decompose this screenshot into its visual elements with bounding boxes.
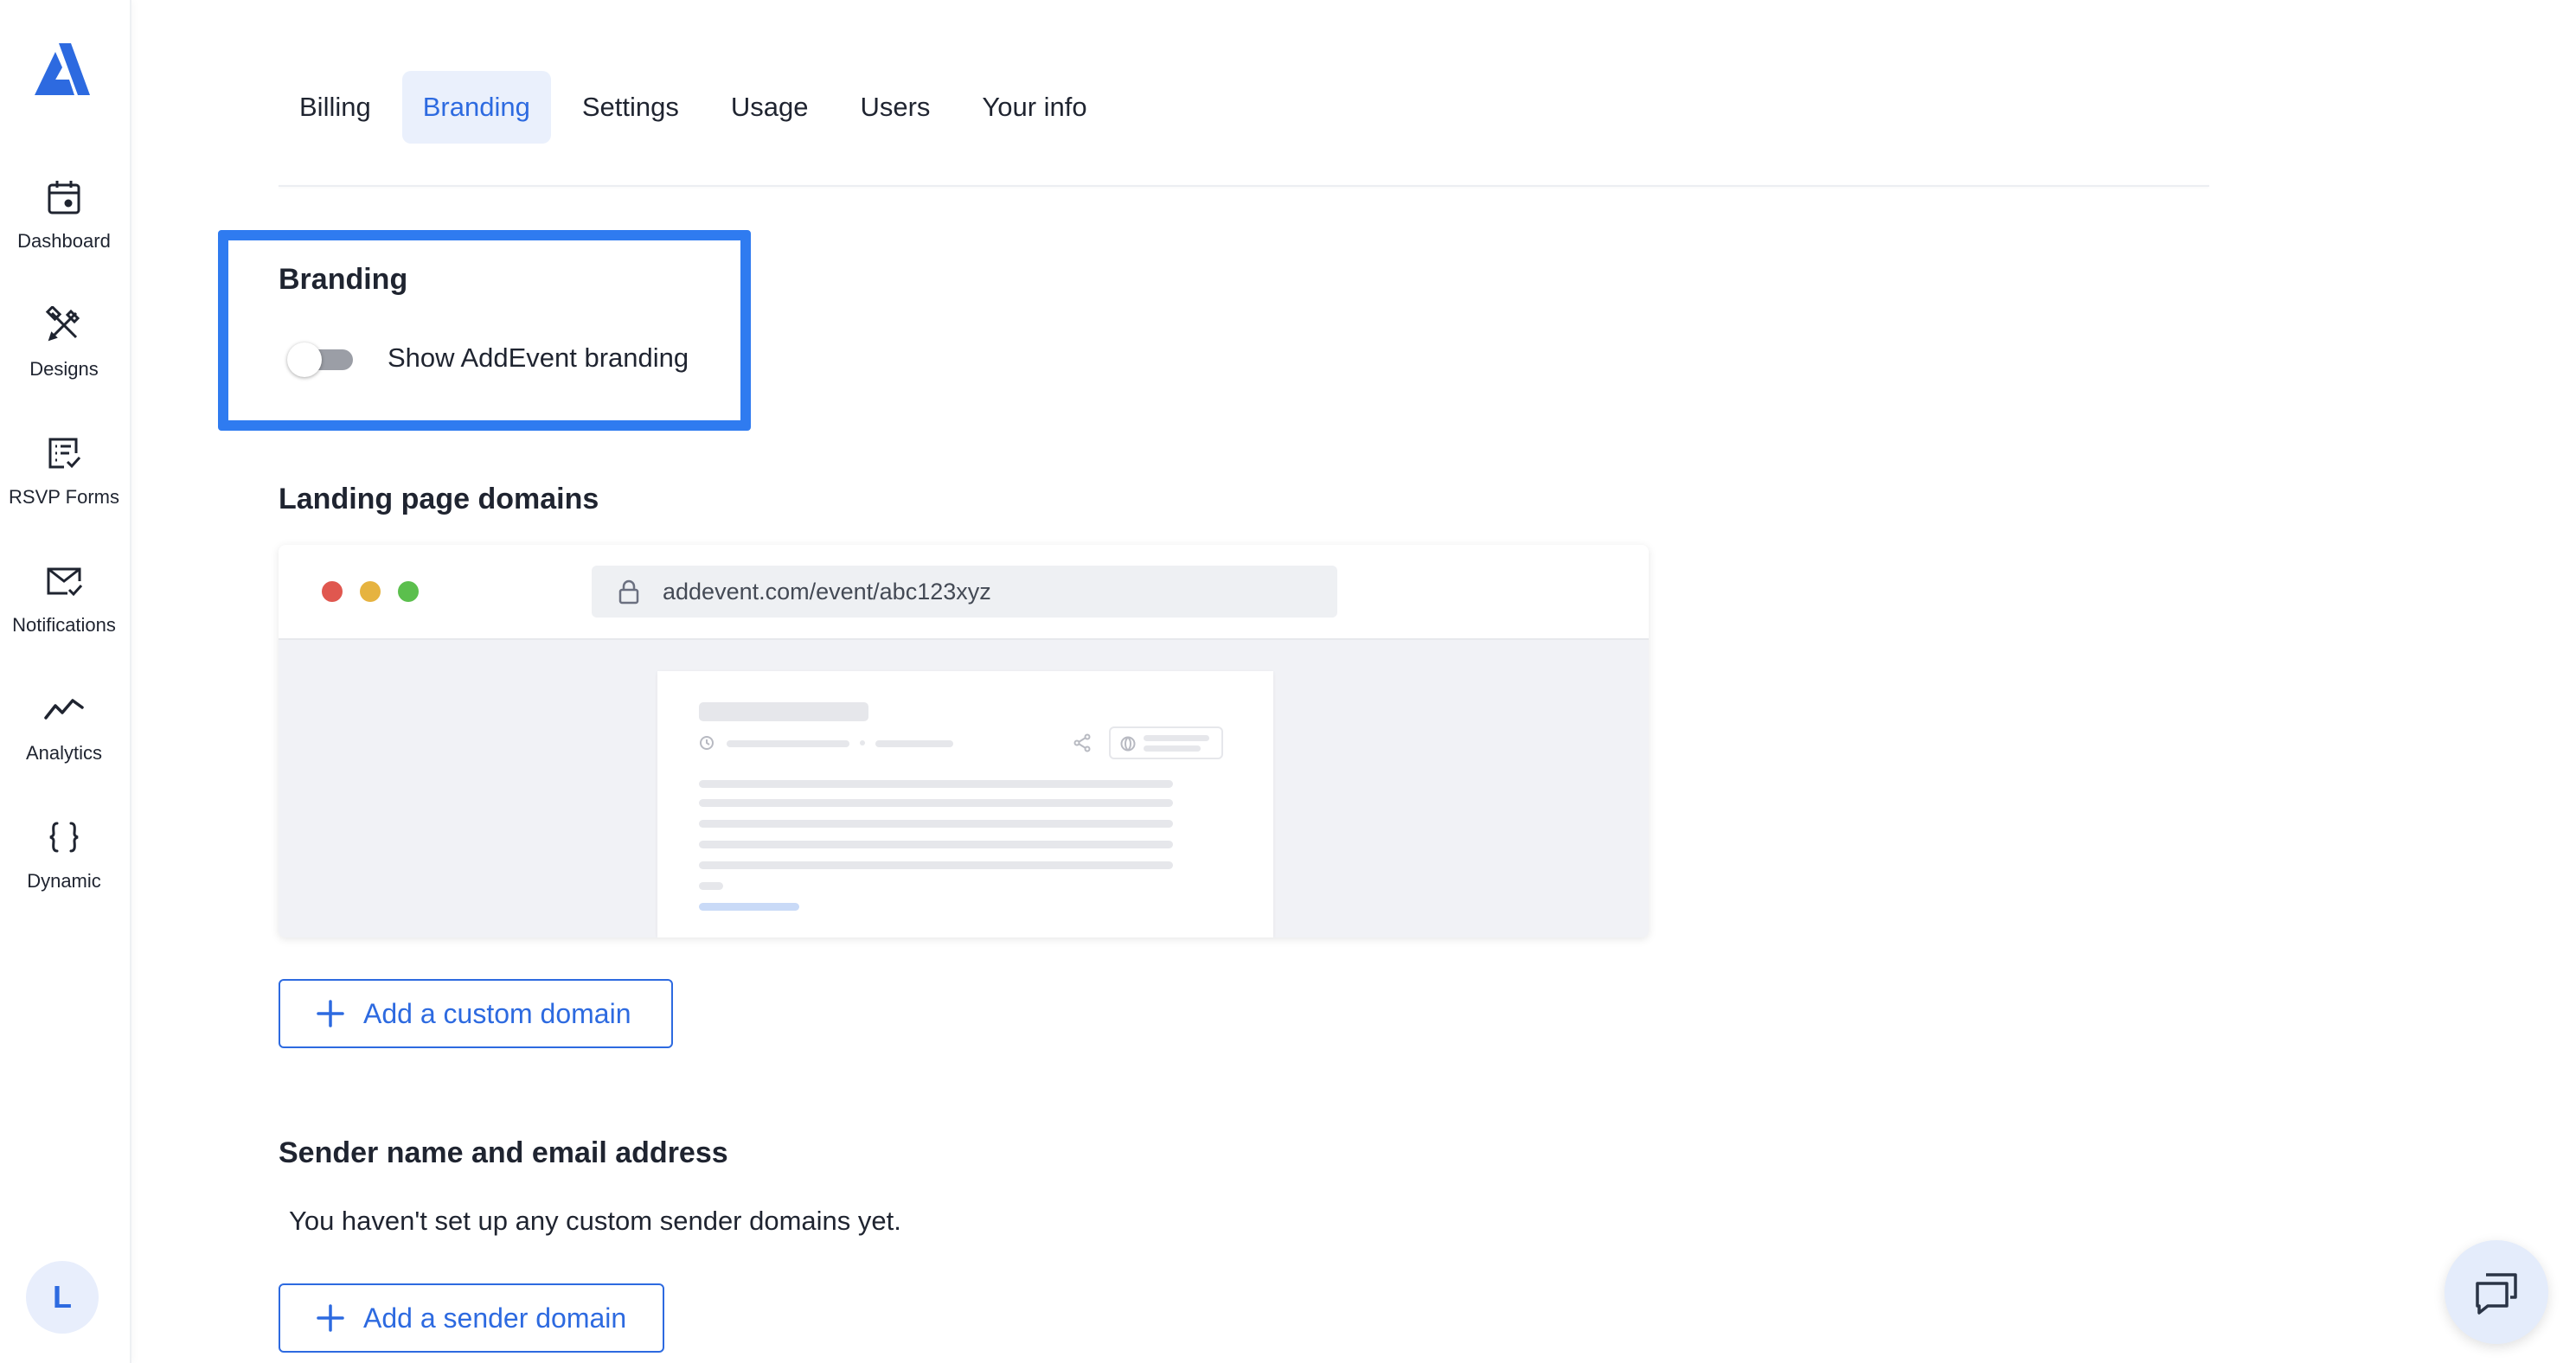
tab-settings[interactable]: Settings [561,71,700,144]
sidebar-item-analytics[interactable]: Analytics [0,688,128,792]
preview-url-bar: addevent.com/event/abc123xyz [592,566,1337,618]
sidebar-item-rsvp-forms[interactable]: RSVP Forms [0,432,128,536]
add-custom-domain-label: Add a custom domain [363,997,631,1029]
toggle-knob [287,342,322,377]
skeleton-link [699,903,799,911]
browser-toolbar: addevent.com/event/abc123xyz [279,545,1649,640]
skeleton-badge [1109,726,1223,759]
skeleton-title [699,702,868,721]
skeleton-line [699,820,1173,828]
window-maximize-dot [398,581,419,602]
sidebar-item-label: Designs [29,358,99,380]
tabs-divider [279,185,2209,187]
sidebar-item-designs[interactable]: Designs [0,304,128,408]
preview-event-page [657,671,1273,937]
landing-page-preview: addevent.com/event/abc123xyz [279,545,1649,937]
skeleton-line [699,861,1173,869]
sidebar-item-label: Analytics [25,742,103,764]
curly-braces-icon [43,816,85,858]
skeleton-line [699,882,723,890]
skeleton-line [699,799,1173,807]
sidebar-item-dynamic[interactable]: Dynamic [0,816,128,920]
designs-icon [43,304,85,346]
calendar-icon [43,176,85,218]
add-sender-domain-label: Add a sender domain [363,1302,627,1334]
tab-branding[interactable]: Branding [401,71,551,144]
clock-icon [700,736,714,750]
window-close-dot [322,581,343,602]
tab-users[interactable]: Users [839,71,951,144]
skeleton-line [1144,735,1209,741]
chat-icon [2476,1273,2517,1315]
avatar[interactable]: L [26,1261,99,1334]
add-custom-domain-button[interactable]: Add a custom domain [279,979,673,1048]
preview-url-text: addevent.com/event/abc123xyz [663,578,991,605]
branding-title: Branding [279,263,408,296]
branding-highlight-box [218,230,751,431]
analytics-line-icon [43,688,85,730]
envelope-icon [43,560,85,602]
sidebar-item-label: RSVP Forms [9,486,119,508]
sender-section-title: Sender name and email address [279,1136,728,1169]
tab-billing[interactable]: Billing [279,71,392,144]
add-sender-domain-button[interactable]: Add a sender domain [279,1283,664,1353]
window-minimize-dot [360,581,381,602]
plus-icon [317,1000,344,1027]
skeleton-line [699,780,1173,788]
skeleton-line [875,740,953,747]
rsvp-form-icon [43,432,85,474]
skeleton-bullet [860,740,865,745]
plus-icon [317,1304,344,1332]
sidebar: Dashboard Designs RSVP Forms Notificatio… [0,0,131,1363]
skeleton-line [1144,745,1201,752]
tab-your-info[interactable]: Your info [961,71,1107,144]
show-branding-label: Show AddEvent branding [388,342,689,373]
sidebar-item-label: Dashboard [17,230,111,252]
globe-icon [1120,736,1136,752]
tab-usage[interactable]: Usage [710,71,830,144]
sender-empty-message: You haven't set up any custom sender dom… [289,1206,901,1236]
skeleton-line [727,740,849,747]
addevent-logo[interactable] [33,42,92,100]
landing-page-domains-title: Landing page domains [279,483,599,515]
sidebar-item-label: Notifications [12,614,116,636]
share-icon [1073,733,1091,752]
sidebar-item-dashboard[interactable]: Dashboard [0,176,128,280]
sidebar-item-label: Dynamic [27,870,101,892]
show-branding-toggle[interactable] [287,342,353,377]
sidebar-item-notifications[interactable]: Notifications [0,560,128,664]
settings-tabs: Billing Branding Settings Usage Users Yo… [279,71,1108,144]
skeleton-line [699,841,1173,848]
chat-launcher-button[interactable] [2445,1240,2548,1344]
lock-icon [618,579,639,605]
